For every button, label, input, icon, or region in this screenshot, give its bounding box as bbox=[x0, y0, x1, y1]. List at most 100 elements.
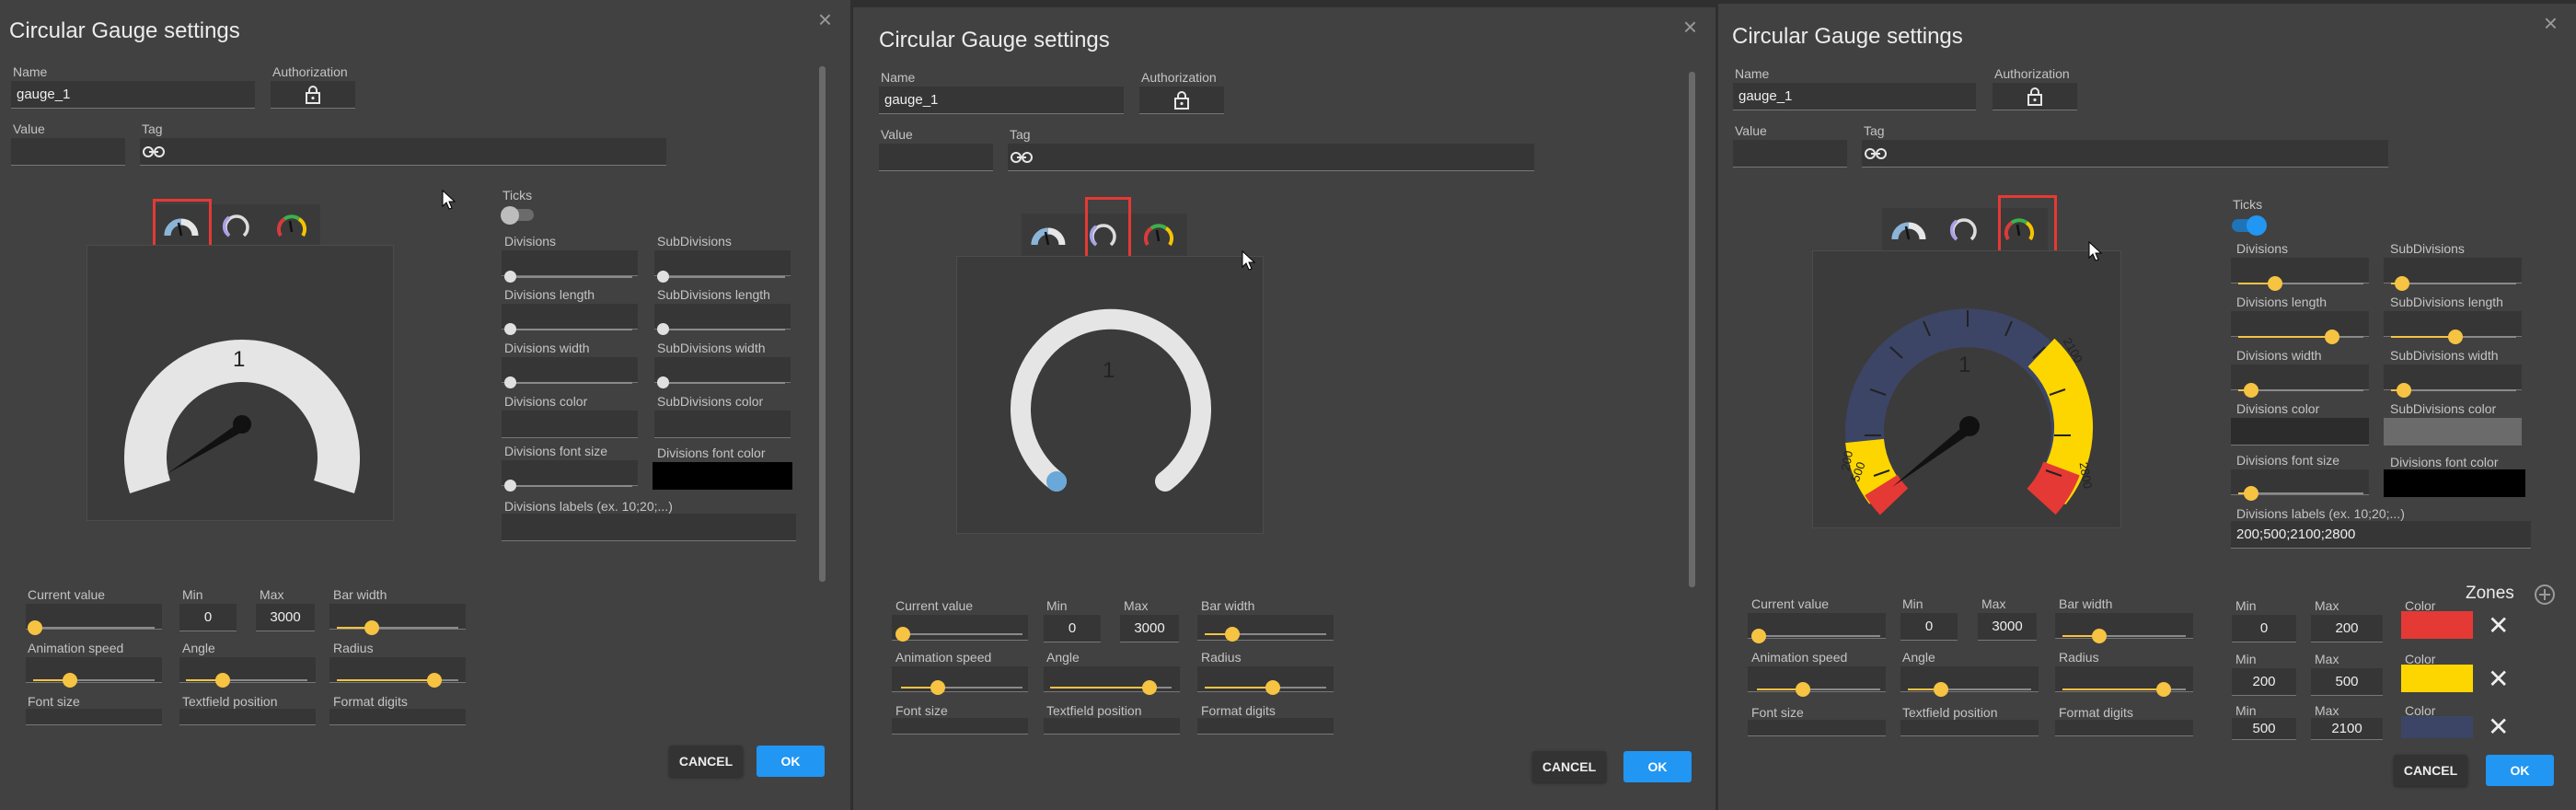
min-input[interactable]: 0 bbox=[1900, 613, 1958, 641]
ok-button[interactable]: OK bbox=[1623, 751, 1692, 782]
animation-speed-slider[interactable] bbox=[901, 680, 1022, 695]
divisions-slider[interactable] bbox=[2238, 276, 2363, 291]
zone-2-max-input[interactable]: 2100 bbox=[2311, 718, 2383, 740]
subdivisions-width-slider[interactable] bbox=[657, 376, 785, 388]
link-icon[interactable] bbox=[1864, 144, 1888, 164]
scrollbar[interactable] bbox=[819, 66, 826, 582]
subdivisions-width-slider[interactable] bbox=[2391, 383, 2516, 398]
divisions-label: Divisions bbox=[2236, 241, 2289, 256]
divisions-labels-input[interactable] bbox=[502, 514, 796, 541]
add-zone-icon[interactable] bbox=[2534, 584, 2556, 606]
current-value-slider[interactable] bbox=[1751, 629, 1880, 643]
zone-0-min-input[interactable]: 0 bbox=[2232, 615, 2296, 642]
animation-speed-slider[interactable] bbox=[1757, 682, 1880, 697]
zone-1-color-picker[interactable] bbox=[2401, 665, 2473, 692]
ticks-toggle[interactable] bbox=[501, 206, 537, 225]
divisions-width-slider[interactable] bbox=[504, 376, 632, 388]
zone-2-remove-icon[interactable]: ✕ bbox=[2488, 714, 2509, 740]
min-input[interactable]: 0 bbox=[1044, 615, 1101, 642]
gauge-type-standard[interactable] bbox=[1882, 208, 1935, 250]
ok-button[interactable]: OK bbox=[757, 746, 825, 777]
subdivisions-length-slider[interactable] bbox=[2391, 330, 2516, 344]
radius-slider[interactable] bbox=[337, 673, 458, 688]
font-size-input[interactable] bbox=[26, 709, 162, 725]
current-value-slider[interactable] bbox=[895, 627, 1022, 642]
subdivisions-color-picker[interactable] bbox=[654, 411, 791, 438]
divisions-width-slider[interactable] bbox=[2238, 383, 2363, 398]
format-digits-input[interactable] bbox=[2055, 720, 2193, 736]
zone-1-remove-icon[interactable]: ✕ bbox=[2488, 666, 2509, 692]
divisions-font-color-picker[interactable] bbox=[653, 462, 792, 490]
divisions-labels-input[interactable]: 200;500;2100;2800 bbox=[2231, 521, 2531, 549]
close-icon[interactable]: × bbox=[2544, 11, 2558, 35]
zone-0-remove-icon[interactable]: ✕ bbox=[2488, 613, 2509, 639]
ok-button[interactable]: OK bbox=[2486, 755, 2554, 786]
cancel-button[interactable]: CANCEL bbox=[2394, 755, 2467, 786]
divisions-font-color-picker[interactable] bbox=[2384, 469, 2525, 497]
value-input[interactable] bbox=[1733, 140, 1847, 168]
link-icon[interactable] bbox=[1010, 147, 1034, 168]
name-input[interactable]: gauge_1 bbox=[11, 81, 255, 109]
subdivisions-color-picker[interactable] bbox=[2384, 418, 2522, 446]
divisions-length-slider[interactable] bbox=[504, 323, 632, 335]
divisions-color-picker[interactable] bbox=[502, 411, 638, 438]
subdivisions-slider[interactable] bbox=[2391, 276, 2516, 291]
gauge-type-zones[interactable] bbox=[265, 204, 318, 247]
authorization-button[interactable] bbox=[1993, 83, 2077, 110]
zone-0-max-input[interactable]: 200 bbox=[2311, 615, 2383, 642]
current-value-slider[interactable] bbox=[28, 620, 155, 635]
max-input[interactable]: 3000 bbox=[256, 604, 315, 631]
ticks-toggle[interactable] bbox=[2230, 215, 2270, 236]
bar-width-slider[interactable] bbox=[1205, 627, 1326, 642]
divisions-slider[interactable] bbox=[504, 271, 632, 283]
zone-2-color-picker[interactable] bbox=[2401, 716, 2473, 738]
zone-1-max-input[interactable]: 500 bbox=[2311, 668, 2383, 696]
value-input[interactable] bbox=[11, 138, 125, 166]
textfield-position-input[interactable] bbox=[1900, 720, 2039, 736]
zone-0-color-picker[interactable] bbox=[2401, 611, 2473, 639]
authorization-button[interactable] bbox=[1139, 87, 1224, 114]
angle-slider[interactable] bbox=[1908, 682, 2031, 697]
zone-1-min-input[interactable]: 200 bbox=[2232, 668, 2296, 696]
font-size-input[interactable] bbox=[892, 718, 1028, 735]
angle-slider[interactable] bbox=[1050, 680, 1172, 695]
link-icon[interactable] bbox=[142, 142, 166, 162]
gauge-type-standard[interactable] bbox=[1022, 214, 1075, 256]
animation-speed-slider[interactable] bbox=[33, 673, 155, 688]
close-icon[interactable]: × bbox=[818, 7, 832, 31]
cancel-button[interactable]: CANCEL bbox=[1532, 751, 1606, 782]
min-input[interactable]: 0 bbox=[179, 604, 237, 631]
name-input[interactable]: gauge_1 bbox=[1733, 83, 1976, 110]
tag-input[interactable] bbox=[1008, 144, 1534, 171]
scrollbar[interactable] bbox=[1689, 72, 1695, 587]
value-input[interactable] bbox=[879, 144, 993, 171]
gauge-type-zones[interactable] bbox=[1132, 214, 1185, 256]
tag-input[interactable] bbox=[140, 138, 666, 166]
close-icon[interactable]: × bbox=[1683, 15, 1697, 39]
divisions-color-picker[interactable] bbox=[2231, 418, 2369, 446]
divisions-length-slider[interactable] bbox=[2238, 330, 2363, 344]
name-input[interactable]: gauge_1 bbox=[879, 87, 1124, 114]
divisions-font-size-slider[interactable] bbox=[504, 480, 632, 492]
subdivisions-length-slider[interactable] bbox=[657, 323, 785, 335]
font-size-input[interactable] bbox=[1748, 720, 1886, 736]
bar-width-slider[interactable] bbox=[2062, 629, 2186, 643]
bar-width-slider[interactable] bbox=[337, 620, 458, 635]
max-input[interactable]: 3000 bbox=[1120, 615, 1179, 642]
subdivisions-slider[interactable] bbox=[657, 271, 785, 283]
gauge-type-donut[interactable] bbox=[210, 204, 263, 247]
radius-slider[interactable] bbox=[1205, 680, 1326, 695]
gauge-type-donut[interactable] bbox=[1937, 208, 1991, 250]
format-digits-input[interactable] bbox=[329, 709, 466, 725]
angle-slider[interactable] bbox=[186, 673, 307, 688]
divisions-font-size-slider[interactable] bbox=[2238, 486, 2363, 501]
max-input[interactable]: 3000 bbox=[1978, 613, 2037, 641]
textfield-position-input[interactable] bbox=[1044, 718, 1180, 735]
textfield-position-input[interactable] bbox=[179, 709, 316, 725]
tag-input[interactable] bbox=[1862, 140, 2388, 168]
cancel-button[interactable]: CANCEL bbox=[669, 746, 743, 777]
format-digits-input[interactable] bbox=[1197, 718, 1334, 735]
zone-2-min-input[interactable]: 500 bbox=[2232, 718, 2296, 740]
authorization-button[interactable] bbox=[271, 81, 355, 109]
radius-slider[interactable] bbox=[2062, 682, 2186, 697]
